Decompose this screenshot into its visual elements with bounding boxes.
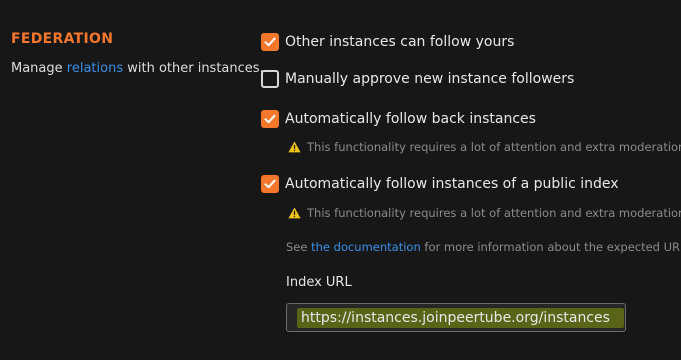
follow-back-checkbox[interactable] bbox=[261, 110, 279, 128]
description-prefix: Manage bbox=[11, 61, 67, 76]
index-url-label: Index URL bbox=[286, 275, 352, 290]
federation-settings-page: FEDERATION Manage relations with other i… bbox=[0, 0, 681, 360]
warning-icon bbox=[288, 141, 301, 153]
follow-back-warning: This functionality requires a lot of att… bbox=[288, 140, 681, 154]
checkmark-icon bbox=[264, 114, 276, 124]
documentation-link[interactable]: the documentation bbox=[311, 240, 421, 254]
section-description: Manage relations with other instances. bbox=[11, 61, 264, 76]
description-suffix: with other instances. bbox=[123, 61, 264, 76]
followers-label: Other instances can follow yours bbox=[285, 34, 515, 50]
index-url-input[interactable]: https://instances.joinpeertube.org/insta… bbox=[286, 303, 626, 332]
documentation-help: See the documentation for more informati… bbox=[286, 240, 681, 254]
followers-checkbox[interactable] bbox=[261, 33, 279, 51]
relations-link[interactable]: relations bbox=[67, 61, 123, 76]
section-header: FEDERATION Manage relations with other i… bbox=[11, 31, 264, 76]
help-prefix: See bbox=[286, 240, 312, 254]
follow-back-label: Automatically follow back instances bbox=[285, 111, 536, 127]
public-index-checkbox[interactable] bbox=[261, 175, 279, 193]
index-url-value[interactable]: https://instances.joinpeertube.org/insta… bbox=[297, 307, 624, 328]
warning-text: This functionality requires a lot of att… bbox=[307, 206, 681, 220]
option-manual-approve[interactable]: Manually approve new instance followers bbox=[261, 70, 574, 88]
public-index-warning: This functionality requires a lot of att… bbox=[288, 206, 681, 220]
checkmark-icon bbox=[264, 37, 276, 47]
warning-text: This functionality requires a lot of att… bbox=[307, 140, 681, 154]
section-title: FEDERATION bbox=[11, 31, 114, 47]
option-followers[interactable]: Other instances can follow yours bbox=[261, 33, 514, 51]
option-public-index[interactable]: Automatically follow instances of a publ… bbox=[261, 175, 619, 193]
public-index-label: Automatically follow instances of a publ… bbox=[285, 176, 619, 192]
manual-approve-label: Manually approve new instance followers bbox=[285, 71, 575, 87]
help-suffix: for more information about the expected … bbox=[420, 240, 681, 254]
manual-approve-checkbox[interactable] bbox=[261, 70, 279, 88]
checkmark-icon bbox=[264, 179, 276, 189]
warning-icon bbox=[288, 207, 301, 219]
option-follow-back[interactable]: Automatically follow back instances bbox=[261, 110, 536, 128]
